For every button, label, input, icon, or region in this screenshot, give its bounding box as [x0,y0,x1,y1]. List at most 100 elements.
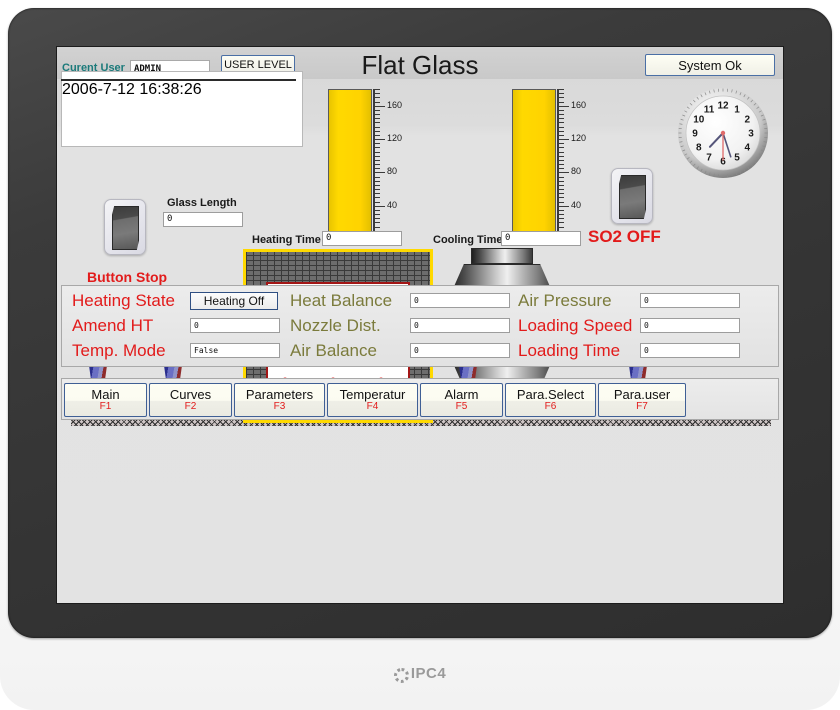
gauge-minor-tick [557,164,564,165]
nozzle-dist-label: Nozzle Dist. [290,316,381,335]
heating-gauge: 04080120160 [328,89,403,243]
event-log-table[interactable]: 2006-7-12 16:38:26 [61,71,303,147]
nav-button-temperatur[interactable]: Temperatur F4 [327,383,418,417]
so2-switch[interactable] [611,168,653,224]
nozzle-dist-input[interactable]: 0 [410,318,510,333]
svg-text:3: 3 [748,129,754,140]
temp-mode-input[interactable]: False [190,343,280,358]
gauge-tick-label: 120 [571,133,587,143]
gauge-minor-tick [373,143,380,145]
gauge-tick-label: 120 [387,133,403,143]
nav-button-label: Alarm [444,386,479,402]
gauge-minor-tick [373,184,380,186]
cooling-gauge-ticks: 04080120160 [557,89,587,243]
nav-button-para-select[interactable]: Para.Select F6 [505,383,596,417]
nav-button-label: Main [91,386,120,402]
loading-speed-label: Loading Speed [518,316,633,335]
svg-text:10: 10 [693,115,705,126]
nav-button-para-user[interactable]: Para.user F7 [598,383,686,417]
nav-button-label: Para.Select [516,386,585,402]
log-timestamp: 2006-7-12 16:38:26 [62,81,202,98]
gauge-minor-tick [557,201,564,203]
gauge-minor-tick [373,226,380,228]
gauge-minor-tick [373,201,380,203]
parameter-row: Temp. Mode False Air Balance 0 Loading T… [62,339,778,363]
air-pressure-label: Air Pressure [518,291,612,310]
gauge-minor-tick [373,189,380,190]
heating-state-label: Heating State [72,291,176,310]
gauge-major-tick [373,172,385,174]
gauge-minor-tick [557,134,564,136]
gauge-minor-tick [557,126,564,128]
gauge-minor-tick [557,101,564,103]
gauge-minor-tick [373,93,380,95]
heating-gauge-bar [328,89,372,239]
gauge-minor-tick [557,143,564,145]
nav-button-alarm[interactable]: Alarm F5 [420,383,503,417]
gauge-tick-label: 160 [571,99,587,110]
gauge-minor-tick [373,126,380,128]
brand-logo: IPC4 [0,655,840,691]
gauge-minor-tick [373,109,380,111]
gauge-minor-tick [373,151,380,153]
nav-button-parameters[interactable]: Parameters F3 [234,383,325,417]
gauge-minor-tick [373,101,380,103]
heat-balance-input[interactable]: 0 [410,293,510,308]
gauge-minor-tick [373,222,380,224]
gauge-tick-label: 80 [387,166,398,177]
gauge-minor-tick [373,193,380,195]
gauge-minor-tick [557,130,564,132]
svg-text:1: 1 [734,104,740,115]
air-balance-input[interactable]: 0 [410,343,510,358]
gauge-minor-tick [557,193,564,195]
air-pressure-input[interactable]: 0 [640,293,740,308]
nav-button-fkey: F5 [455,401,468,413]
nav-button-label: Curves [169,386,212,402]
gauge-minor-tick [373,168,380,170]
cooling-tower-top-duct [471,248,533,264]
nav-button-curves[interactable]: Curves F2 [149,383,232,417]
glass-length-label: Glass Length [167,197,237,209]
svg-text:9: 9 [692,129,698,140]
svg-text:7: 7 [706,153,712,164]
nav-button-fkey: F6 [544,401,557,413]
nav-button-label: Para.user [613,386,671,402]
svg-text:5: 5 [734,153,740,164]
gauge-minor-tick [373,176,380,178]
gauge-minor-tick [557,222,564,224]
gauge-minor-tick [557,114,564,115]
gauge-minor-tick [373,97,380,99]
gauge-minor-tick [557,168,564,170]
table-row[interactable]: 2006-7-12 16:38:26 [62,81,302,99]
loading-time-input[interactable]: 0 [640,343,740,358]
nav-button-fkey: F4 [366,401,379,413]
glass-length-input[interactable]: 0 [163,212,243,227]
status-badge[interactable]: System Ok [645,54,775,76]
gauge-minor-tick [373,155,380,157]
analog-clock: 12 1 2 3 4 5 6 7 8 9 10 11 [677,87,769,179]
gauge-minor-tick [373,147,380,149]
amend-ht-label: Amend HT [72,316,154,335]
gauge-minor-tick [557,97,564,99]
gauge-minor-tick [557,209,564,211]
nav-button-label: Temperatur [339,386,406,402]
gauge-minor-tick [373,214,380,215]
gauge-minor-tick [557,93,564,95]
gauge-tick-label: 160 [387,99,403,110]
parameters-panel: Heating State Heating Off Heat Balance 0… [61,285,779,367]
gauge-minor-tick [373,180,380,182]
gauge-minor-tick [373,159,380,161]
parameter-row: Heating State Heating Off Heat Balance 0… [62,289,778,313]
heating-state-button[interactable]: Heating Off [190,292,278,310]
gauge-major-tick [373,205,385,207]
gauge-minor-tick [557,122,564,124]
heat-balance-label: Heat Balance [290,291,393,310]
rocker-icon [619,175,646,219]
nav-button-fkey: F7 [636,401,648,413]
temp-mode-label: Temp. Mode [72,341,166,360]
nav-button-main[interactable]: Main F1 [64,383,147,417]
hmi-canvas: Flat Glass Curent User ADMIN USER LEVEL … [57,47,783,603]
gauge-minor-tick [557,176,564,178]
amend-ht-input[interactable]: 0 [190,318,280,333]
loading-speed-input[interactable]: 0 [640,318,740,333]
